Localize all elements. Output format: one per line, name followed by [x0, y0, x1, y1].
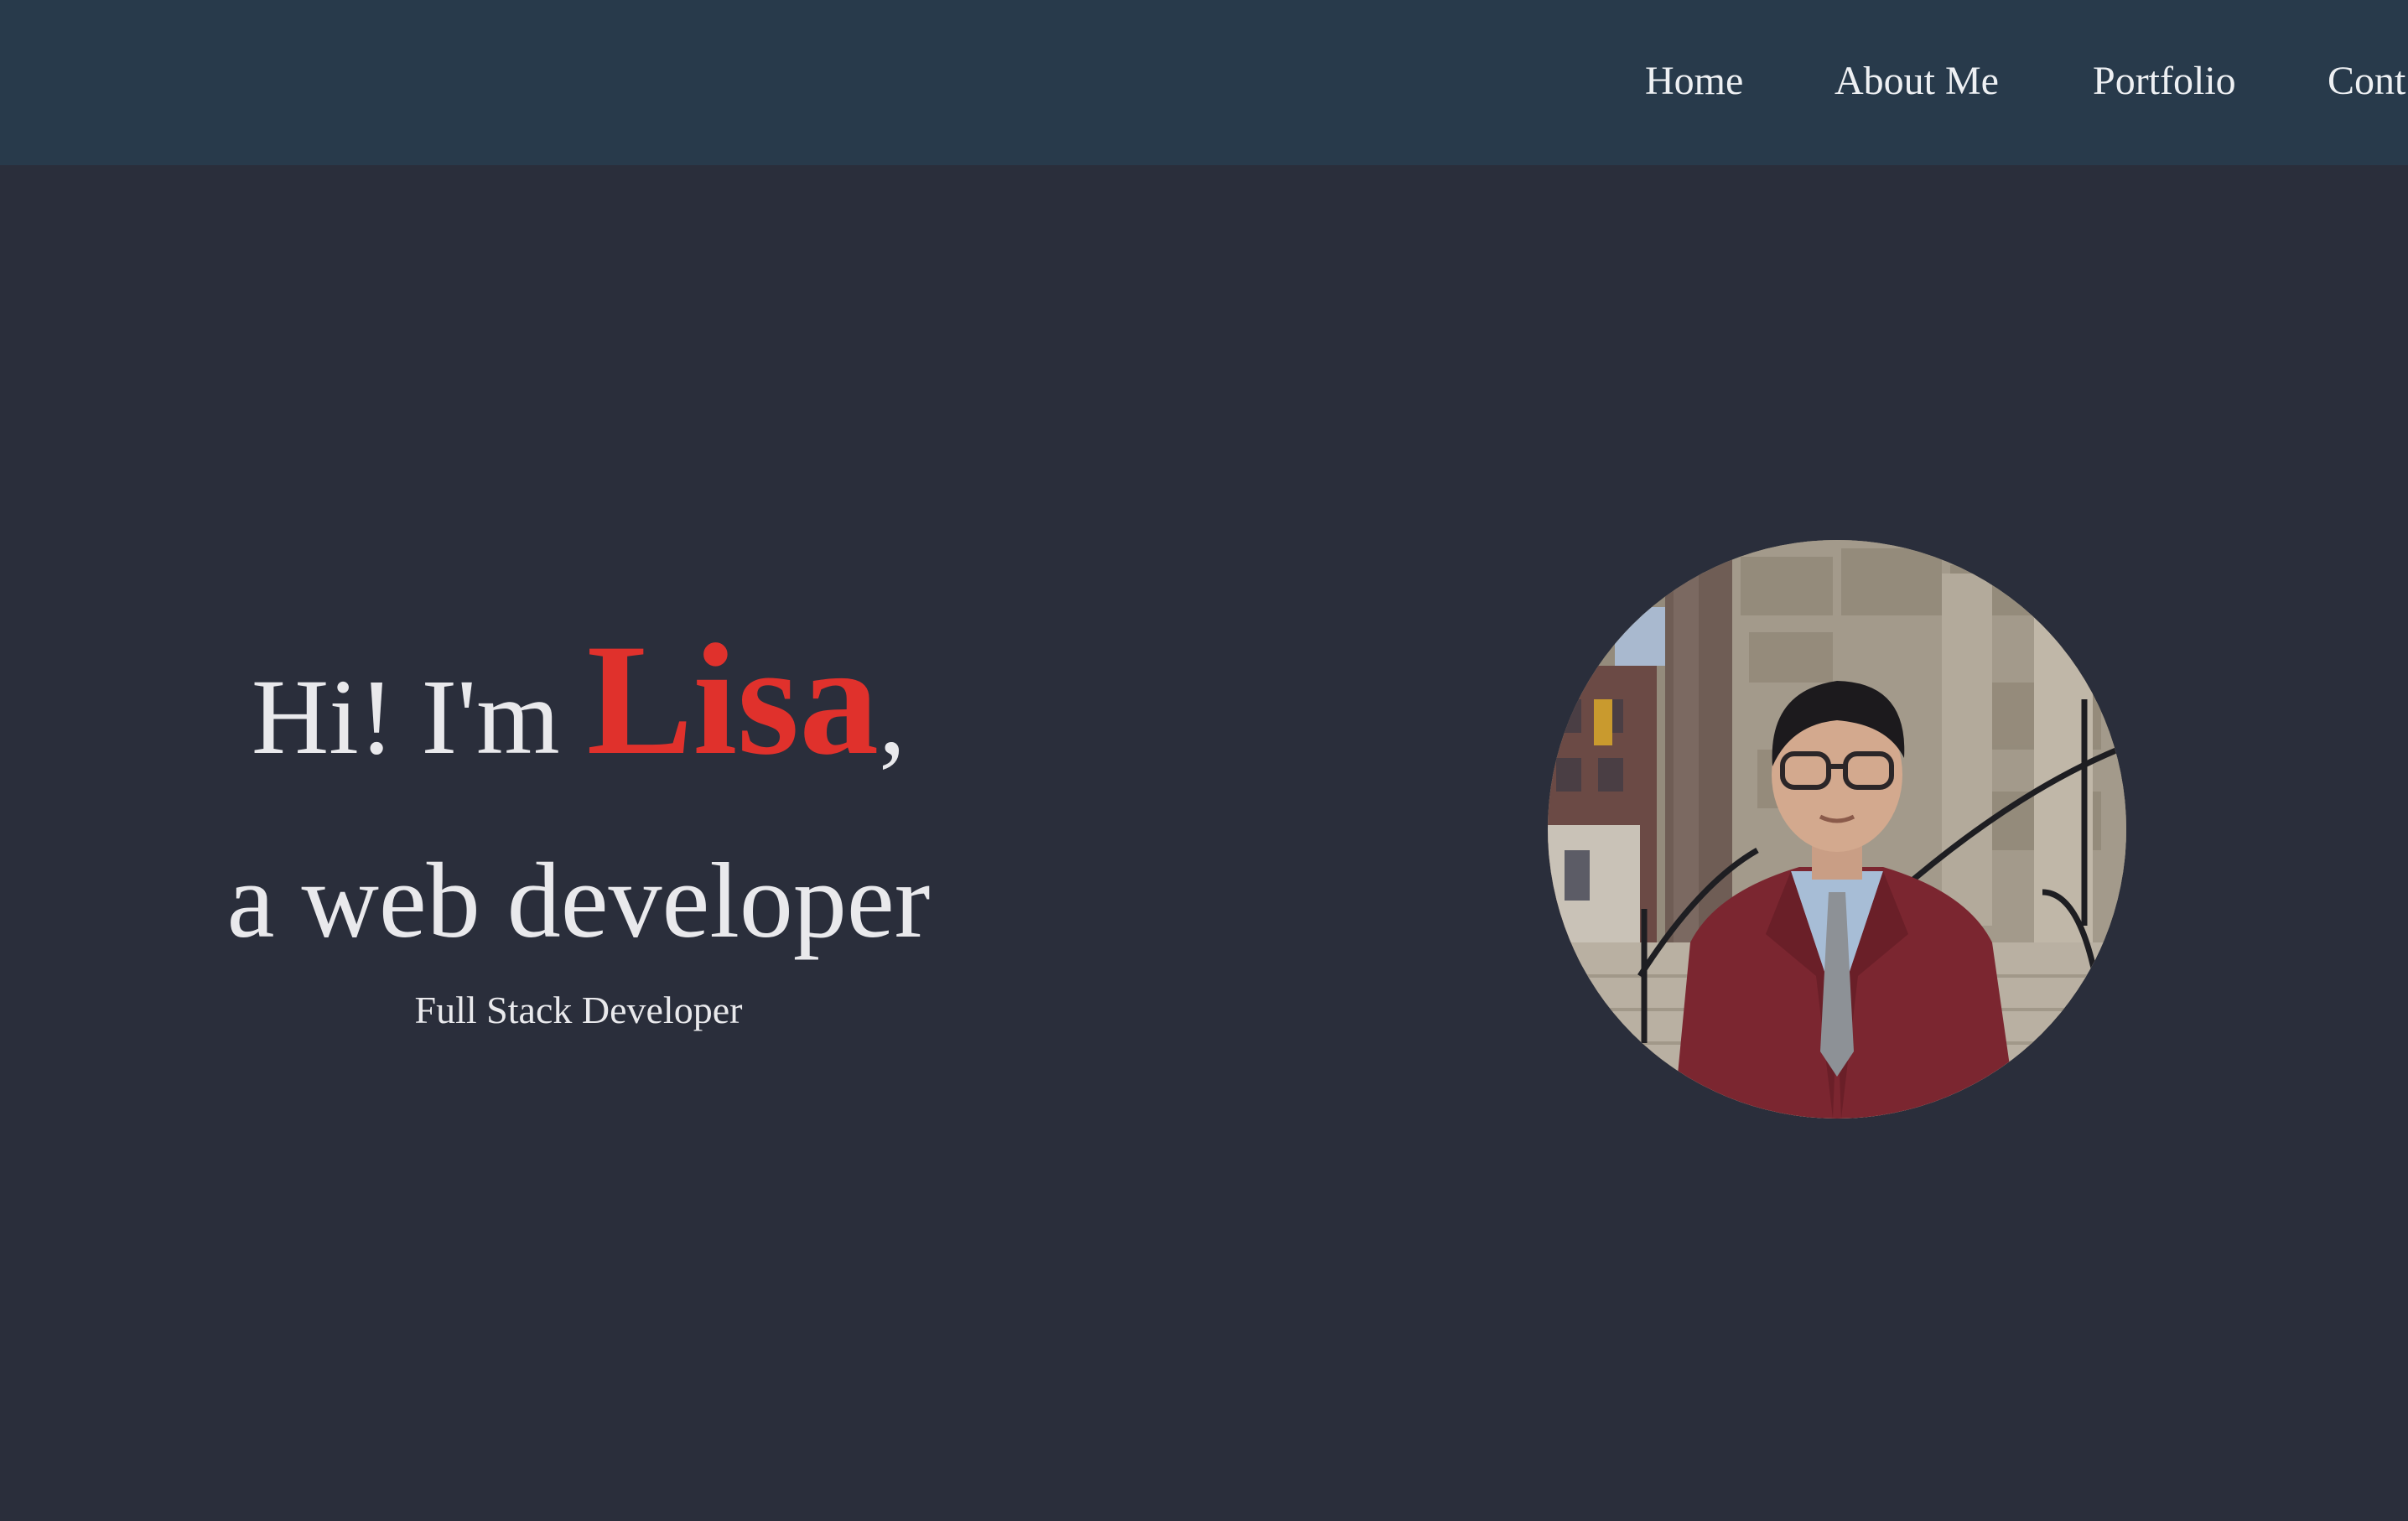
top-navbar: Home About Me Portfolio Cont [0, 0, 2408, 165]
nav-link-home[interactable]: Home [1645, 52, 1743, 111]
nav-link-contact[interactable]: Cont [2328, 52, 2405, 111]
nav-link-portfolio[interactable]: Portfolio [2093, 52, 2236, 111]
hero-heading: Hi! I'm Lisa, [0, 620, 1157, 780]
greeting-prefix: Hi! I'm [251, 657, 587, 776]
hero-tagline: Full Stack Developer [414, 989, 743, 1031]
greeting-suffix: , [879, 657, 906, 776]
profile-photo-illustration [1548, 540, 2126, 1119]
hero-name: Lisa [586, 612, 880, 788]
profile-photo [1548, 540, 2126, 1119]
hero-subtitle: a web developer [226, 841, 931, 960]
nav-link-about-me[interactable]: About Me [1835, 52, 1999, 111]
